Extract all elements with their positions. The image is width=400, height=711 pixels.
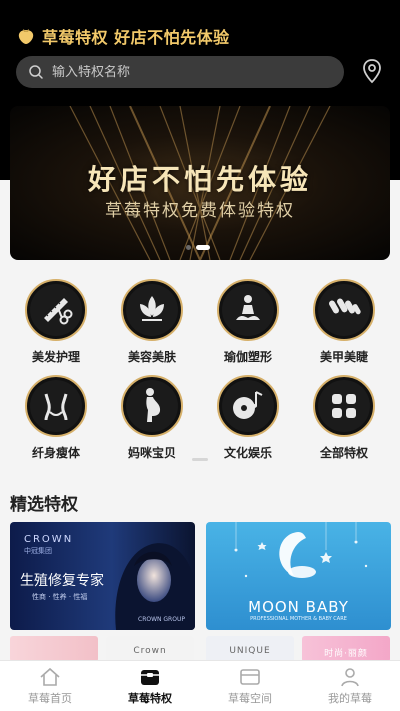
privilege-box-icon — [141, 670, 159, 685]
category-page-indicator — [192, 458, 208, 461]
app-title: 草莓特权 好店不怕先体验 — [42, 28, 230, 47]
strawberry-logo-icon — [18, 29, 34, 44]
all-grid-icon — [313, 375, 375, 437]
category-nails[interactable]: 美甲美睫 — [296, 278, 392, 368]
tab-label: 我的草莓 — [328, 692, 372, 705]
thumb-text: UNIQUE — [229, 646, 271, 656]
bottom-tab-bar: 草莓首页 草莓特权 草莓空间 我的草莓 — [0, 660, 400, 711]
banner-dot-active[interactable] — [196, 245, 210, 250]
tab-label: 草莓空间 — [228, 692, 272, 705]
category-label: 文化娱乐 — [223, 446, 272, 460]
category-label: 瑜伽塑形 — [223, 350, 272, 364]
user-icon — [341, 668, 359, 687]
nails-icon — [313, 279, 375, 341]
category-all[interactable]: 全部特权 — [296, 374, 392, 464]
category-yoga[interactable]: 瑜伽塑形 — [200, 278, 296, 368]
music-disc-icon — [217, 375, 279, 437]
crown-logo-subtext: 中冠集团 — [24, 547, 52, 555]
thumb-text: Crown — [133, 646, 167, 656]
app-page: 草莓特权 好店不怕先体验 好店不怕先体验 — [0, 0, 400, 711]
banner-subtitle: 草莓特权免费体验特权 — [105, 201, 295, 221]
category-slimming[interactable]: 纤身瘦体 — [8, 374, 104, 464]
search-bar[interactable] — [16, 56, 344, 88]
comb-scissors-icon — [25, 279, 87, 341]
tab-profile[interactable]: 我的草莓 — [300, 661, 400, 711]
lotus-icon — [121, 279, 183, 341]
banner-title: 好店不怕先体验 — [87, 163, 312, 196]
tab-privilege[interactable]: 草莓特权 — [100, 661, 200, 711]
pregnant-icon — [121, 375, 183, 437]
category-hair-care[interactable]: 美发护理 — [8, 278, 104, 368]
promo-banner[interactable]: 好店不怕先体验 草莓特权免费体验特权 — [10, 106, 390, 260]
tab-label: 草莓首页 — [28, 692, 72, 705]
search-input[interactable] — [52, 64, 312, 80]
brand: 草莓特权 好店不怕先体验 — [16, 24, 230, 48]
crown-logo-text: CROWN — [24, 534, 74, 545]
tab-space[interactable]: 草莓空间 — [200, 661, 300, 711]
category-entertainment[interactable]: 文化娱乐 — [200, 374, 296, 464]
section-title: 精选特权 — [10, 495, 78, 515]
thumb-text: 时尚·丽颜 — [324, 649, 368, 659]
category-label: 美容美肤 — [127, 350, 176, 364]
search-icon — [29, 65, 43, 79]
body-slim-icon — [25, 375, 87, 437]
category-label: 美发护理 — [31, 350, 80, 364]
featured-thumb[interactable]: 时尚·丽颜 — [302, 636, 390, 662]
category-grid: 美发护理 美容美肤 瑜伽塑形 美甲美睫 纤身瘦体 妈咪宝贝 文化娱乐 全部特权 — [0, 272, 400, 468]
category-label: 全部特权 — [319, 446, 368, 460]
category-mom-baby[interactable]: 妈咪宝贝 — [104, 374, 200, 464]
tab-label: 草莓特权 — [128, 692, 172, 705]
banner-dot[interactable] — [186, 245, 191, 250]
home-icon — [40, 667, 60, 686]
moon-baby-subtitle: PROFESSIONAL MOTHER & BABY CARE — [250, 616, 347, 622]
tab-home[interactable]: 草莓首页 — [0, 661, 100, 711]
yoga-icon — [217, 279, 279, 341]
crown-title: 生殖修复专家 — [20, 573, 104, 589]
featured-card-crown[interactable]: CROWN 中冠集团 生殖修复专家 性商 · 性养 · 性福 CROWN GRO… — [10, 522, 195, 630]
moon-baby-title: MOON BABY — [248, 598, 349, 616]
featured-thumb[interactable] — [10, 636, 98, 662]
category-label: 纤身瘦体 — [31, 446, 80, 460]
banner-pagination — [186, 245, 210, 250]
card-space-icon — [240, 669, 260, 685]
category-beauty[interactable]: 美容美肤 — [104, 278, 200, 368]
category-label: 妈咪宝贝 — [127, 446, 176, 460]
category-label: 美甲美睫 — [319, 350, 368, 364]
model-portrait-image — [115, 543, 195, 630]
crown-footer: CROWN GROUP — [138, 616, 185, 623]
location-pin-icon[interactable] — [360, 58, 384, 84]
featured-thumb[interactable]: UNIQUE — [206, 636, 294, 662]
featured-card-moon-baby[interactable]: MOON BABY PROFESSIONAL MOTHER & BABY CAR… — [206, 522, 391, 630]
featured-thumb[interactable]: Crown — [106, 636, 194, 662]
crown-tags: 性商 · 性养 · 性福 — [32, 593, 88, 601]
